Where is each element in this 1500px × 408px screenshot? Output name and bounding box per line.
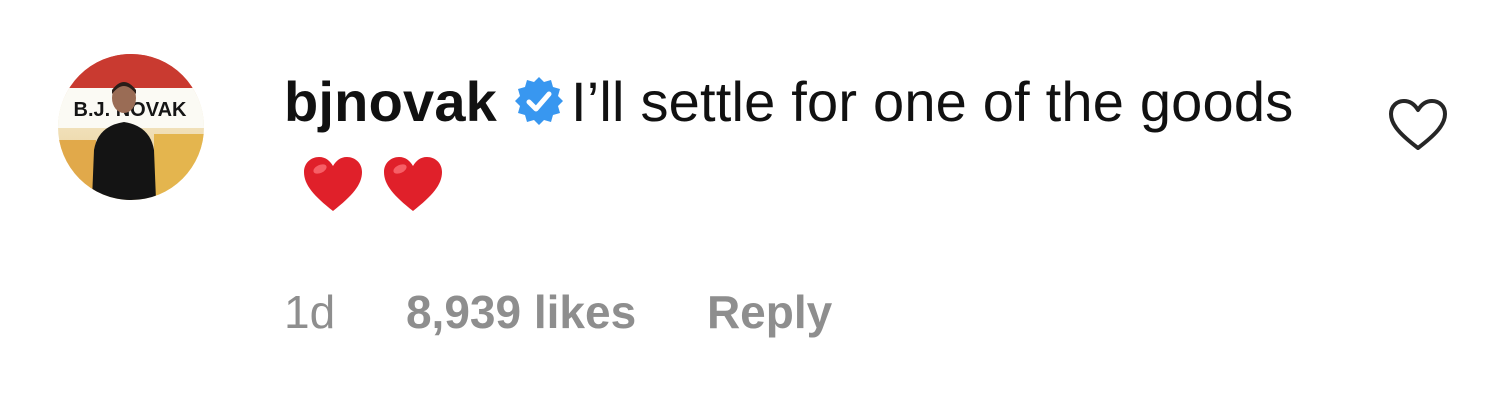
comment-body: bjnovak I’ll settle for one of the goods bbox=[284, 60, 1314, 228]
comment-text: I’ll settle for one of the goods bbox=[571, 70, 1294, 133]
avatar-image: B.J. NOVAK bbox=[58, 54, 204, 200]
verified-badge-icon bbox=[513, 75, 565, 127]
avatar[interactable]: B.J. NOVAK bbox=[58, 54, 204, 200]
comment-timestamp: 1d bbox=[284, 286, 336, 338]
comment-likes-count[interactable]: 8,939 likes bbox=[406, 282, 636, 342]
red-heart-emoji-icon bbox=[382, 155, 444, 213]
heart-outline-icon bbox=[1389, 99, 1447, 150]
comment-meta: 1d 8,939 likes Reply bbox=[284, 282, 832, 342]
like-button[interactable] bbox=[1388, 98, 1448, 152]
comment-username[interactable]: bjnovak bbox=[284, 70, 497, 133]
red-heart-emoji-icon bbox=[302, 155, 364, 213]
reply-button[interactable]: Reply bbox=[707, 282, 832, 342]
